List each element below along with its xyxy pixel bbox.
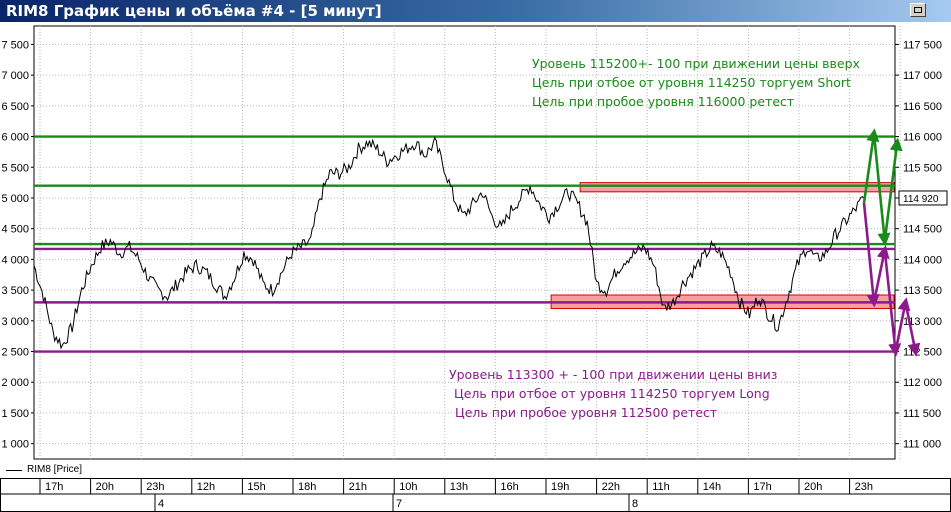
y-tick-label-left: 3 500: [1, 285, 29, 297]
time-tick-label: 15h: [247, 481, 265, 493]
annotation-top: Цель при отбое от уровня 114250 торгуем …: [532, 75, 851, 90]
annotation-bottom: Цель при пробое уровня 112500 ретест: [455, 405, 717, 420]
y-tick-label-left: 4 500: [1, 224, 29, 236]
time-tick-label: 12h: [197, 481, 215, 493]
time-tick-label: 23h: [146, 481, 164, 493]
y-tick-label-left: 5 000: [1, 193, 29, 205]
y-tick-label-left: 4 000: [1, 254, 29, 266]
price-chart[interactable]: 7 500 117 500 7 000 117 000 6 500 116 500 6 00…: [0, 22, 951, 463]
y-tick-label-right: 111 000: [903, 439, 941, 451]
time-tick-label: 10h: [399, 481, 417, 493]
y-tick-label-left: 7 500: [1, 39, 29, 51]
y-tick-label-left: 7 000: [1, 70, 29, 82]
time-tick-label: 22h: [602, 481, 620, 493]
time-axis: 17h 20h 23h 12h 15h 18h 21h 10h 13h 16h 19h 22h 11h 1…: [0, 478, 951, 512]
time-tick-label: 19h: [551, 481, 569, 493]
time-tick-label: 21h: [349, 481, 367, 493]
last-price-label: 114 920: [903, 194, 939, 205]
y-tick-label-right: 114 500: [903, 224, 942, 236]
y-tick-label-left: 1 500: [1, 408, 29, 420]
y-tick-label-left: 2 500: [1, 347, 29, 359]
annotation-bottom: Цель при отбое от уровня 114250 торгуем …: [454, 386, 770, 401]
annotation-bottom: Уровень 113300 + - 100 при движении цены…: [449, 367, 777, 382]
time-tick-label: 23h: [855, 481, 873, 493]
time-tick-label: 20h: [804, 481, 822, 493]
annotation-top: Уровень 115200+- 100 при движении цены в…: [532, 56, 860, 71]
y-tick-label-left: 6 500: [1, 101, 29, 113]
y-tick-label-right: 112 500: [903, 347, 942, 359]
y-tick-label-left: 2 000: [1, 377, 29, 389]
y-tick-label-right: 116 500: [903, 101, 942, 113]
y-tick-label-left: 5 500: [1, 162, 29, 174]
y-tick-label-right: 116 000: [903, 132, 942, 144]
time-tick-label: 13h: [450, 481, 468, 493]
window-title: RIM8 График цены и объёма #4 - [5 минут]: [6, 2, 382, 20]
time-tick-label: 17h: [45, 481, 63, 493]
y-tick-label-left: 1 000: [1, 439, 29, 451]
legend: RIM8 [Price]: [0, 463, 951, 478]
price-zone: [579, 182, 895, 193]
day-tick-label: 4: [158, 498, 164, 510]
y-tick-label-right: 114 000: [903, 254, 942, 266]
time-tick-label: 17h: [753, 481, 771, 493]
time-tick-label: 20h: [96, 481, 114, 493]
time-tick-label: 18h: [298, 481, 316, 493]
y-tick-label-right: 115 500: [903, 162, 942, 174]
time-tick-label: 11h: [652, 481, 670, 493]
time-tick-label: 14h: [703, 481, 721, 493]
legend-series-label: RIM8 [Price]: [27, 464, 83, 475]
annotation-top: Цель при пробое уровня 116000 ретест: [532, 94, 794, 109]
day-tick-label: 8: [632, 498, 638, 510]
window-icon: [914, 7, 922, 13]
y-tick-label-left: 3 000: [1, 316, 29, 328]
legend-line-swatch: [6, 470, 22, 471]
time-tick-label: 16h: [500, 481, 518, 493]
y-tick-label-left: 6 000: [1, 132, 29, 144]
y-tick-label-right: 117 000: [903, 70, 942, 82]
day-tick-label: 7: [396, 498, 402, 510]
title-bar: RIM8 График цены и объёма #4 - [5 минут]: [0, 0, 951, 22]
window-menu-button[interactable]: [910, 3, 926, 17]
y-tick-label-right: 117 500: [903, 39, 942, 51]
y-tick-label-right: 112 000: [903, 377, 942, 389]
y-tick-label-right: 111 500: [903, 408, 941, 420]
y-tick-label-right: 113 500: [903, 285, 942, 297]
